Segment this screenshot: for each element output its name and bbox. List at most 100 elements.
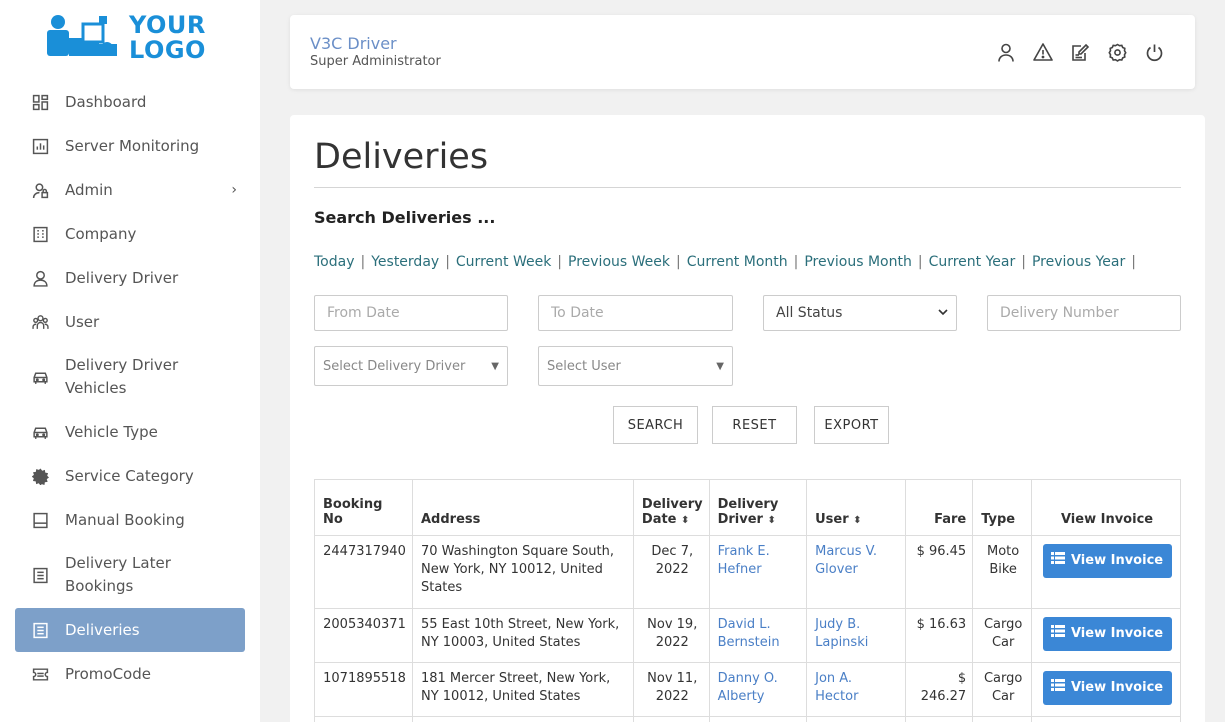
- caret-down-icon: ▼: [491, 360, 499, 372]
- sidebar-item-service-category[interactable]: Service Category: [15, 454, 245, 498]
- sidebar-item-server-monitoring[interactable]: Server Monitoring: [15, 124, 245, 168]
- cell-address: 181 Mercer Street, New York, NY 10012, U…: [411, 662, 634, 717]
- link-current-month[interactable]: Current Month: [687, 254, 788, 270]
- sidebar-item-delivery-driver[interactable]: Delivery Driver: [15, 256, 245, 300]
- user-role: Super Administrator: [310, 54, 441, 69]
- cell-user-link[interactable]: Marcus V. Glover: [806, 535, 907, 609]
- cell-booking-no: 1071895518: [314, 662, 413, 717]
- sidebar-item-deliveries[interactable]: Deliveries: [15, 608, 245, 652]
- link-previous-year[interactable]: Previous Year: [1032, 254, 1125, 270]
- top-header: V3C Driver Super Administrator: [290, 15, 1195, 89]
- user-select[interactable]: Select User ▼: [538, 346, 733, 386]
- cell-driver-link[interactable]: Danny O. Alberty: [708, 662, 808, 717]
- from-date-input[interactable]: [314, 295, 508, 331]
- cell-driver-link[interactable]: David L. Bernstein: [708, 608, 808, 663]
- date-quick-links: Today | Yesterday | Current Week | Previous…: [314, 254, 1136, 270]
- users-icon: [31, 313, 49, 331]
- col-booking-no[interactable]: Booking No: [314, 479, 413, 536]
- cell-type: Cargo Car: [972, 662, 1033, 717]
- table-row: 2005340371 55 East 10th Street, New York…: [314, 608, 1181, 663]
- list-icon: [31, 566, 49, 584]
- title-divider: [314, 187, 1181, 188]
- car-icon: [31, 423, 49, 441]
- sidebar-item-label: Admin: [65, 181, 113, 199]
- cell-driver-link[interactable]: Frank E. Hefner: [708, 535, 808, 609]
- sidebar: YOUR LOGO Dashboard Server Monitoring Ad…: [0, 0, 260, 722]
- list-icon: [31, 621, 49, 639]
- chevron-down-icon: [938, 308, 948, 319]
- gear-icon: [31, 467, 49, 485]
- search-heading: Search Deliveries ...: [314, 208, 496, 227]
- sidebar-item-vehicle-type[interactable]: Vehicle Type: [15, 410, 245, 454]
- cell-fare: $ 246.27: [905, 662, 974, 717]
- cell-type: Moto Bike: [972, 535, 1033, 609]
- col-delivery-date[interactable]: Delivery Date ⬍: [632, 479, 710, 536]
- driver-select[interactable]: Select Delivery Driver ▼: [314, 346, 508, 386]
- sidebar-item-dashboard[interactable]: Dashboard: [15, 80, 245, 124]
- link-current-week[interactable]: Current Week: [456, 254, 551, 270]
- dashboard-icon: [31, 93, 49, 111]
- cell-date: Nov 19, 2022: [632, 608, 710, 663]
- col-user[interactable]: User ⬍: [806, 479, 907, 536]
- sidebar-item-label: Manual Booking: [65, 511, 185, 529]
- power-icon[interactable]: [1143, 41, 1165, 63]
- view-invoice-button[interactable]: View Invoice: [1042, 671, 1172, 705]
- main-content: Deliveries Search Deliveries ... Today | …: [290, 115, 1205, 722]
- sidebar-item-delivery-driver-vehicles[interactable]: Delivery Driver Vehicles: [15, 344, 245, 410]
- table-row: [314, 716, 1181, 722]
- logo-text: YOUR LOGO: [129, 11, 206, 64]
- to-date-input[interactable]: [538, 295, 733, 331]
- user-icon[interactable]: [995, 41, 1017, 63]
- cell-action: View Invoice: [1031, 662, 1181, 717]
- chevron-right-icon: ›: [231, 182, 237, 198]
- sidebar-item-promocode[interactable]: PromoCode: [15, 652, 245, 696]
- link-previous-week[interactable]: Previous Week: [568, 254, 670, 270]
- list-icon: [1050, 679, 1065, 697]
- sidebar-item-label: Delivery Driver Vehicles: [65, 356, 179, 397]
- cell-type: Cargo Car: [972, 608, 1033, 663]
- warning-icon[interactable]: [1032, 41, 1054, 63]
- sidebar-item-delivery-later-bookings[interactable]: Delivery Later Bookings: [15, 542, 245, 608]
- edit-icon[interactable]: [1069, 41, 1091, 63]
- settings-icon[interactable]: [1106, 41, 1128, 63]
- search-button[interactable]: SEARCH: [613, 406, 698, 444]
- cell-booking-no: 2447317940: [314, 535, 413, 609]
- cell-action: View Invoice: [1031, 608, 1181, 663]
- logo-icon: [47, 15, 117, 56]
- cell-user-link[interactable]: Jon A. Hector: [806, 662, 907, 717]
- col-delivery-driver[interactable]: Delivery Driver ⬍: [708, 479, 808, 536]
- view-invoice-button[interactable]: View Invoice: [1042, 544, 1172, 578]
- link-previous-month[interactable]: Previous Month: [804, 254, 912, 270]
- link-today[interactable]: Today: [314, 254, 355, 270]
- table-row: 2447317940 70 Washington Square South, N…: [314, 535, 1181, 609]
- chart-icon: [31, 137, 49, 155]
- sidebar-item-manual-booking[interactable]: Manual Booking: [15, 498, 245, 542]
- sidebar-item-label: Dashboard: [65, 93, 147, 111]
- cell-date: Dec 7, 2022: [632, 535, 710, 609]
- table-row: 1071895518 181 Mercer Street, New York, …: [314, 662, 1181, 717]
- cell-user-link[interactable]: Judy B. Lapinski: [806, 608, 907, 663]
- sidebar-item-admin[interactable]: Admin ›: [15, 168, 245, 212]
- sidebar-item-company[interactable]: Company: [15, 212, 245, 256]
- cell-address: 55 East 10th Street, New York, NY 10003,…: [411, 608, 634, 663]
- sidebar-item-label: PromoCode: [65, 665, 151, 683]
- cell-booking-no: 2005340371: [314, 608, 413, 663]
- view-invoice-button[interactable]: View Invoice: [1042, 617, 1172, 651]
- delivery-number-input[interactable]: [987, 295, 1181, 331]
- admin-icon: [31, 181, 49, 199]
- sidebar-item-label: Deliveries: [65, 621, 140, 639]
- logo[interactable]: YOUR LOGO: [45, 12, 206, 64]
- ticket-icon: [31, 665, 49, 683]
- status-select[interactable]: All Status: [763, 295, 957, 331]
- link-yesterday[interactable]: Yesterday: [371, 254, 439, 270]
- cell-fare: $ 16.63: [905, 608, 974, 663]
- export-button[interactable]: EXPORT: [814, 406, 889, 444]
- cell-date: Nov 11, 2022: [632, 662, 710, 717]
- link-current-year[interactable]: Current Year: [929, 254, 1016, 270]
- sidebar-item-user[interactable]: User: [15, 300, 245, 344]
- reset-button[interactable]: RESET: [712, 406, 797, 444]
- list-icon: [1050, 625, 1065, 643]
- header-actions: [995, 41, 1165, 63]
- col-type: Type: [972, 479, 1033, 536]
- cell-fare: $ 96.45: [905, 535, 974, 609]
